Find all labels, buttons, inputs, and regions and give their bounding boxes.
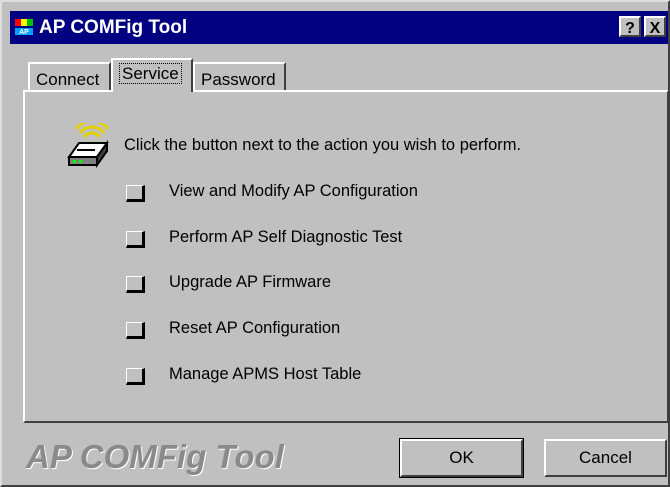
close-button[interactable]: X bbox=[644, 16, 666, 37]
manage-apms-host-table-button[interactable] bbox=[126, 368, 145, 385]
view-modify-config-button[interactable] bbox=[126, 185, 145, 202]
brand-watermark: AP COMFig Tool bbox=[26, 438, 284, 475]
title-bar[interactable]: AP AP COMFig Tool ? X bbox=[10, 11, 668, 44]
tab-service[interactable]: Service bbox=[111, 58, 193, 92]
wireless-access-point-icon bbox=[67, 123, 110, 169]
tab-password[interactable]: Password bbox=[193, 62, 286, 92]
dialog-window: AP AP COMFig Tool ? X Connect Service Pa… bbox=[0, 0, 670, 487]
window-title: AP COMFig Tool bbox=[39, 17, 188, 38]
reset-config-button[interactable] bbox=[126, 322, 145, 339]
help-button[interactable]: ? bbox=[619, 16, 641, 37]
action-label: Manage APMS Host Table bbox=[169, 365, 362, 383]
service-panel: Click the button next to the action you … bbox=[23, 90, 668, 423]
action-label: Reset AP Configuration bbox=[169, 319, 341, 337]
instruction-text: Click the button next to the action you … bbox=[124, 136, 522, 154]
tab-password-label: Password bbox=[201, 70, 276, 89]
upgrade-firmware-button[interactable] bbox=[126, 276, 145, 293]
svg-text:AP: AP bbox=[19, 29, 29, 36]
tab-connect[interactable]: Connect bbox=[28, 62, 111, 92]
self-diagnostic-button[interactable] bbox=[126, 231, 145, 248]
ap-app-icon: AP bbox=[14, 17, 34, 37]
tab-service-label: Service bbox=[119, 63, 182, 84]
action-label: Upgrade AP Firmware bbox=[169, 273, 332, 291]
ok-button[interactable]: OK bbox=[399, 438, 524, 478]
action-label: View and Modify AP Configuration bbox=[169, 182, 418, 200]
action-label: Perform AP Self Diagnostic Test bbox=[169, 228, 403, 246]
tab-connect-label: Connect bbox=[36, 70, 100, 89]
cancel-button[interactable]: Cancel bbox=[544, 439, 667, 477]
